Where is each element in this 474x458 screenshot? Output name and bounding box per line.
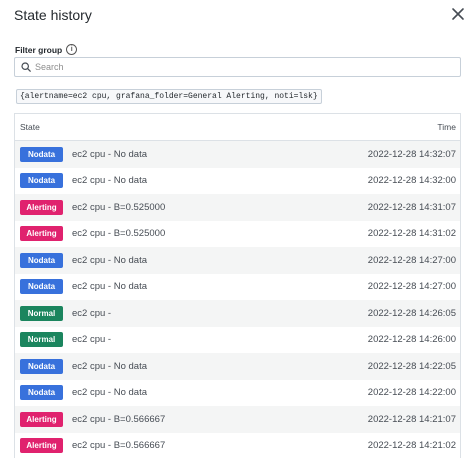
state-badge: Nodata bbox=[20, 252, 63, 268]
state-badge: Nodata bbox=[20, 146, 63, 162]
row-time: 2022-12-28 14:21:07 bbox=[367, 413, 456, 425]
table-header: State Time bbox=[15, 114, 460, 141]
row-text: ec2 cpu - B=0.525000 bbox=[72, 201, 166, 213]
state-badge: Alerting bbox=[20, 438, 63, 454]
header-state: State bbox=[20, 122, 40, 132]
row-time: 2022-12-28 14:32:07 bbox=[367, 148, 456, 160]
row-text: ec2 cpu - No data bbox=[72, 148, 147, 160]
row-text: ec2 cpu - No data bbox=[72, 281, 147, 293]
table-row[interactable]: Nodata ec2 cpu - No data 2022-12-28 14:32:… bbox=[15, 168, 460, 195]
table-row[interactable]: Alerting ec2 cpu - B=0.525000 2022-12-28 1… bbox=[15, 221, 460, 248]
table-row[interactable]: Nodata ec2 cpu - No data 2022-12-28 14:22:… bbox=[15, 353, 460, 380]
row-text: ec2 cpu - B=0.525000 bbox=[72, 228, 166, 240]
table-row[interactable]: Nodata ec2 cpu - No data 2022-12-28 14:32:… bbox=[15, 141, 460, 168]
row-time: 2022-12-28 14:22:00 bbox=[367, 387, 456, 399]
row-text: ec2 cpu - No data bbox=[72, 387, 147, 399]
row-time: 2022-12-28 14:21:02 bbox=[367, 440, 456, 452]
search-input[interactable] bbox=[35, 62, 435, 72]
row-text: ec2 cpu - B=0.566667 bbox=[72, 413, 166, 425]
state-badge: Alerting bbox=[20, 411, 63, 427]
modal-title: State history bbox=[14, 7, 92, 23]
row-time: 2022-12-28 14:27:00 bbox=[367, 281, 456, 293]
row-time: 2022-12-28 14:31:07 bbox=[367, 201, 456, 213]
filter-group-text: Filter group bbox=[15, 44, 63, 55]
table-row[interactable]: Normal ec2 cpu - 2022-12-28 14:26:05 bbox=[15, 300, 460, 327]
table-row[interactable]: Alerting ec2 cpu - B=0.566667 2022-12-28 1… bbox=[15, 433, 460, 458]
row-text: ec2 cpu - No data bbox=[72, 175, 147, 187]
state-badge: Nodata bbox=[20, 279, 63, 295]
state-badge: Nodata bbox=[20, 173, 63, 189]
labels-chip: {alertname=ec2 cpu, grafana_folder=Gener… bbox=[16, 89, 322, 104]
table-row[interactable]: Nodata ec2 cpu - No data 2022-12-28 14:27:… bbox=[15, 274, 460, 301]
state-history-table: State Time Nodata ec2 cpu - No data 2022-1… bbox=[14, 113, 461, 458]
state-history-modal: State history Filter group i {alertname=… bbox=[0, 0, 474, 458]
row-time: 2022-12-28 14:26:00 bbox=[367, 334, 456, 346]
filter-group-label: Filter group i bbox=[15, 44, 78, 55]
row-time: 2022-12-28 14:22:05 bbox=[367, 360, 456, 372]
table-body: Nodata ec2 cpu - No data 2022-12-28 14:32:… bbox=[15, 141, 460, 458]
table-row[interactable]: Normal ec2 cpu - 2022-12-28 14:26:00 bbox=[15, 327, 460, 354]
row-text: ec2 cpu - No data bbox=[72, 360, 147, 372]
search-icon bbox=[21, 62, 31, 72]
state-badge: Alerting bbox=[20, 199, 63, 215]
search-box[interactable] bbox=[14, 57, 461, 77]
state-badge: Normal bbox=[20, 305, 63, 321]
table-row[interactable]: Nodata ec2 cpu - No data 2022-12-28 14:27:… bbox=[15, 247, 460, 274]
table-row[interactable]: Alerting ec2 cpu - B=0.566667 2022-12-28 1… bbox=[15, 406, 460, 433]
info-icon[interactable]: i bbox=[66, 44, 78, 55]
row-text: ec2 cpu - No data bbox=[72, 254, 147, 266]
close-icon[interactable] bbox=[450, 6, 466, 22]
row-time: 2022-12-28 14:26:05 bbox=[367, 307, 456, 319]
state-badge: Alerting bbox=[20, 226, 63, 242]
table-row[interactable]: Nodata ec2 cpu - No data 2022-12-28 14:22:… bbox=[15, 380, 460, 407]
state-badge: Nodata bbox=[20, 358, 63, 374]
row-text: ec2 cpu - bbox=[72, 334, 112, 346]
row-text: ec2 cpu - bbox=[72, 307, 112, 319]
row-time: 2022-12-28 14:31:02 bbox=[367, 228, 456, 240]
state-badge: Nodata bbox=[20, 385, 63, 401]
row-text: ec2 cpu - B=0.566667 bbox=[72, 440, 166, 452]
state-badge: Normal bbox=[20, 332, 63, 348]
row-time: 2022-12-28 14:32:00 bbox=[367, 175, 456, 187]
row-time: 2022-12-28 14:27:00 bbox=[367, 254, 456, 266]
table-row[interactable]: Alerting ec2 cpu - B=0.525000 2022-12-28 1… bbox=[15, 194, 460, 221]
header-time: Time bbox=[437, 122, 456, 132]
